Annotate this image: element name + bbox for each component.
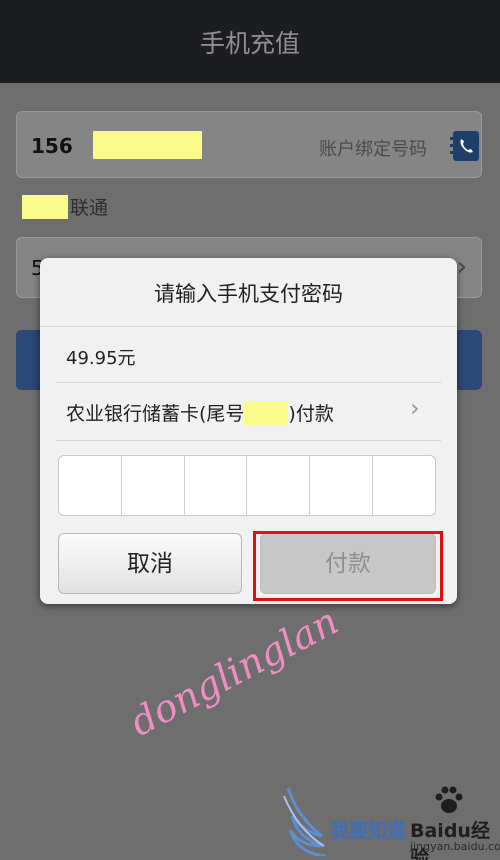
payment-card-selector[interactable]: 农业银行储蓄卡(尾号 )付款 [66, 399, 334, 426]
pin-digit-box[interactable] [122, 456, 185, 515]
logo-slogan: 我要知道 [330, 820, 407, 842]
divider [40, 326, 457, 327]
chevron-right-icon: › [456, 252, 467, 282]
phone-number-prefix: 156 [31, 134, 73, 158]
redaction-mask [93, 131, 202, 159]
paw-icon [435, 786, 463, 813]
pin-digit-box[interactable] [310, 456, 374, 515]
phone-number-field[interactable]: 156 账户绑定号码 [16, 111, 482, 178]
redaction-mask [244, 401, 289, 425]
dialog-title: 请输入手机支付密码 [154, 282, 343, 306]
divider [56, 440, 441, 441]
title-bar: 手机充值 [0, 0, 500, 83]
card-label-prefix: 农业银行储蓄卡(尾号 [66, 403, 245, 425]
page-title: 手机充值 [199, 29, 300, 58]
chevron-right-icon: › [410, 394, 420, 422]
baidu-jingyan-logo: 我要知道 Baidu经验 jingyan.baidu.com [282, 782, 500, 860]
logo-url: jingyan.baidu.com [410, 840, 500, 853]
logo-brand: Baidu经验 [410, 820, 490, 860]
phone-hint: 账户绑定号码 [319, 139, 427, 160]
pin-digit-box[interactable] [373, 456, 435, 515]
carrier-name: 联通 [70, 197, 109, 219]
carrier-label: 联通 [22, 193, 108, 220]
divider [56, 382, 441, 383]
redaction-mask [22, 194, 68, 219]
pin-digit-box[interactable] [247, 456, 311, 515]
contact-book-icon[interactable] [449, 129, 483, 163]
highlight-box [253, 531, 443, 601]
card-label-suffix: )付款 [288, 403, 334, 425]
cancel-button[interactable]: 取消 [58, 533, 242, 594]
password-input[interactable] [58, 455, 436, 516]
pin-digit-box[interactable] [185, 456, 248, 515]
pin-digit-box[interactable] [59, 456, 122, 515]
payment-amount: 49.95元 [66, 348, 136, 369]
